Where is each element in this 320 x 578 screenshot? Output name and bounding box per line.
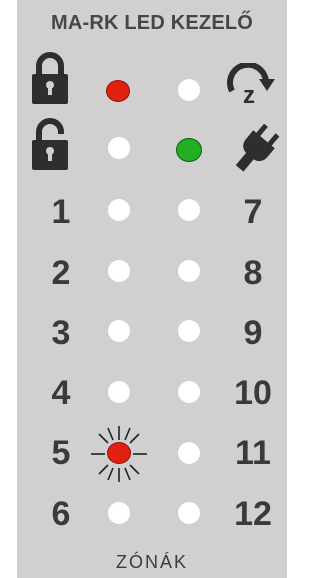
zone-number: 3 xyxy=(51,314,71,352)
zone-number: 10 xyxy=(234,374,272,412)
zone-led xyxy=(178,320,200,342)
zone-led xyxy=(108,199,130,221)
zone-number: 5 xyxy=(51,434,71,472)
zone-number: 8 xyxy=(243,254,263,292)
zone-number: 12 xyxy=(234,495,272,533)
power-plug-icon xyxy=(235,124,280,172)
zone-number: 9 xyxy=(243,314,263,352)
svg-text:z: z xyxy=(243,82,255,109)
zone-number: 7 xyxy=(243,193,263,231)
zone-led xyxy=(178,381,200,403)
status-led-armed xyxy=(106,80,130,102)
zone-led xyxy=(108,502,130,524)
zone-led xyxy=(178,260,200,282)
zone-led xyxy=(108,381,130,403)
unlocked-padlock-icon xyxy=(32,118,68,170)
zone-number: 6 xyxy=(51,495,71,533)
zone-led xyxy=(178,442,200,464)
status-led-power xyxy=(176,138,202,162)
zone-number: 4 xyxy=(51,374,71,412)
status-led-disarmed xyxy=(108,137,130,159)
panel-title: MA-RK LED KEZELŐ xyxy=(50,12,254,34)
led-panel: MA-RK LED KEZELŐ z 1 7 2 8 3 9 4 10 5 11… xyxy=(17,0,287,578)
zone-led xyxy=(108,320,130,342)
zone-led xyxy=(178,502,200,524)
zone-number: 1 xyxy=(51,193,71,231)
zones-footer-label: ZÓNÁK xyxy=(115,552,188,572)
rotate-z-icon: z xyxy=(227,63,275,109)
zone-led-alarm xyxy=(107,442,131,464)
zone-number: 2 xyxy=(51,254,71,292)
locked-padlock-icon xyxy=(32,52,68,104)
status-led-service xyxy=(178,79,200,101)
zone-number: 11 xyxy=(235,434,271,472)
zone-led xyxy=(108,260,130,282)
zone-led xyxy=(178,199,200,221)
